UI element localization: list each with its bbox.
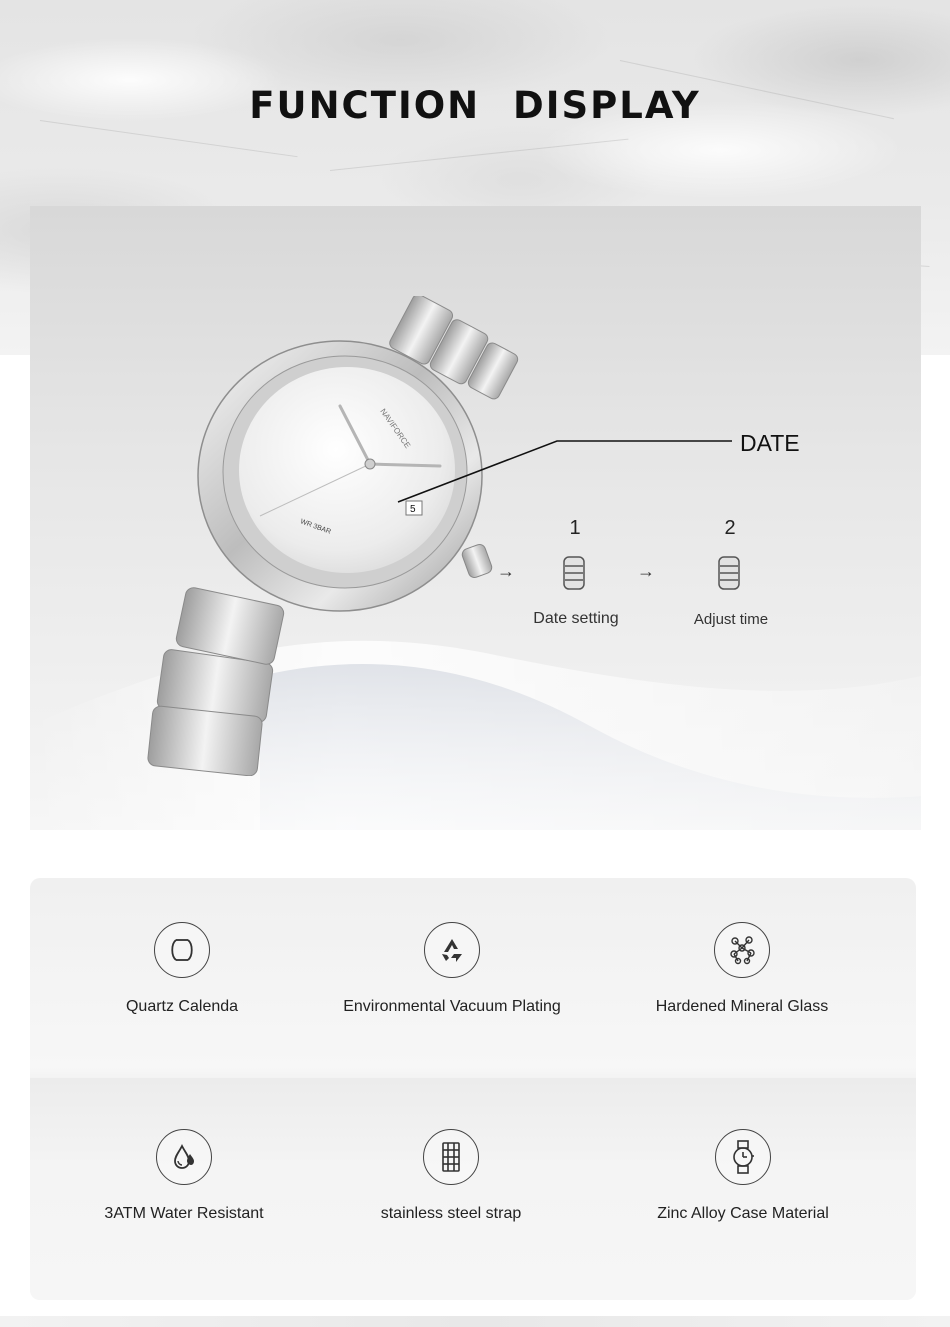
recycle-icon [424,922,480,978]
watch-icon [715,1129,771,1185]
feature-case: Zinc Alloy Case Material [613,1129,873,1224]
step-1-number: 1 [569,517,581,539]
feature-label: Environmental Vacuum Plating [343,998,561,1015]
feature-plating: Environmental Vacuum Plating [322,922,582,1017]
crown-position-1-icon [563,556,585,590]
bottom-divider [0,1316,950,1327]
water-drop-icon [156,1129,212,1185]
crown-position-2-icon [718,556,740,590]
feature-label: 3ATM Water Resistant [104,1205,264,1222]
watch-image: NAVIFORCE WR 3BAR 5 [147,296,519,776]
quartz-movement-icon [154,922,210,978]
feature-quartz: Quartz Calenda [52,922,312,1017]
molecule-icon [714,922,770,978]
feature-label: stainless steel strap [380,1205,522,1222]
step-1-caption: Date setting [533,610,619,627]
product-showcase-panel: NAVIFORCE WR 3BAR 5 [30,206,921,830]
strap-icon [423,1129,479,1185]
step-2-number: 2 [724,517,736,539]
date-callout-label: DATE [740,430,800,456]
feature-glass: Hardened Mineral Glass [612,922,872,1017]
marble-vein [329,138,629,171]
step-2-caption: Adjust time [693,611,769,628]
arrow-right-icon: → [637,561,655,581]
feature-label: Quartz Calenda [125,998,239,1015]
feature-strap: stainless steel strap [321,1129,581,1224]
date-window-value: 5 [410,504,416,515]
feature-water: 3ATM Water Resistant [54,1129,314,1224]
page-title: FUNCTION DISPLAY [249,84,701,127]
feature-label: Zinc Alloy Case Material [657,1205,829,1222]
feature-label: Hardened Mineral Glass [655,998,829,1015]
features-card: Quartz Calenda Environmental Vacuum Plat… [30,878,916,1300]
arrow-right-icon: → [497,561,515,581]
